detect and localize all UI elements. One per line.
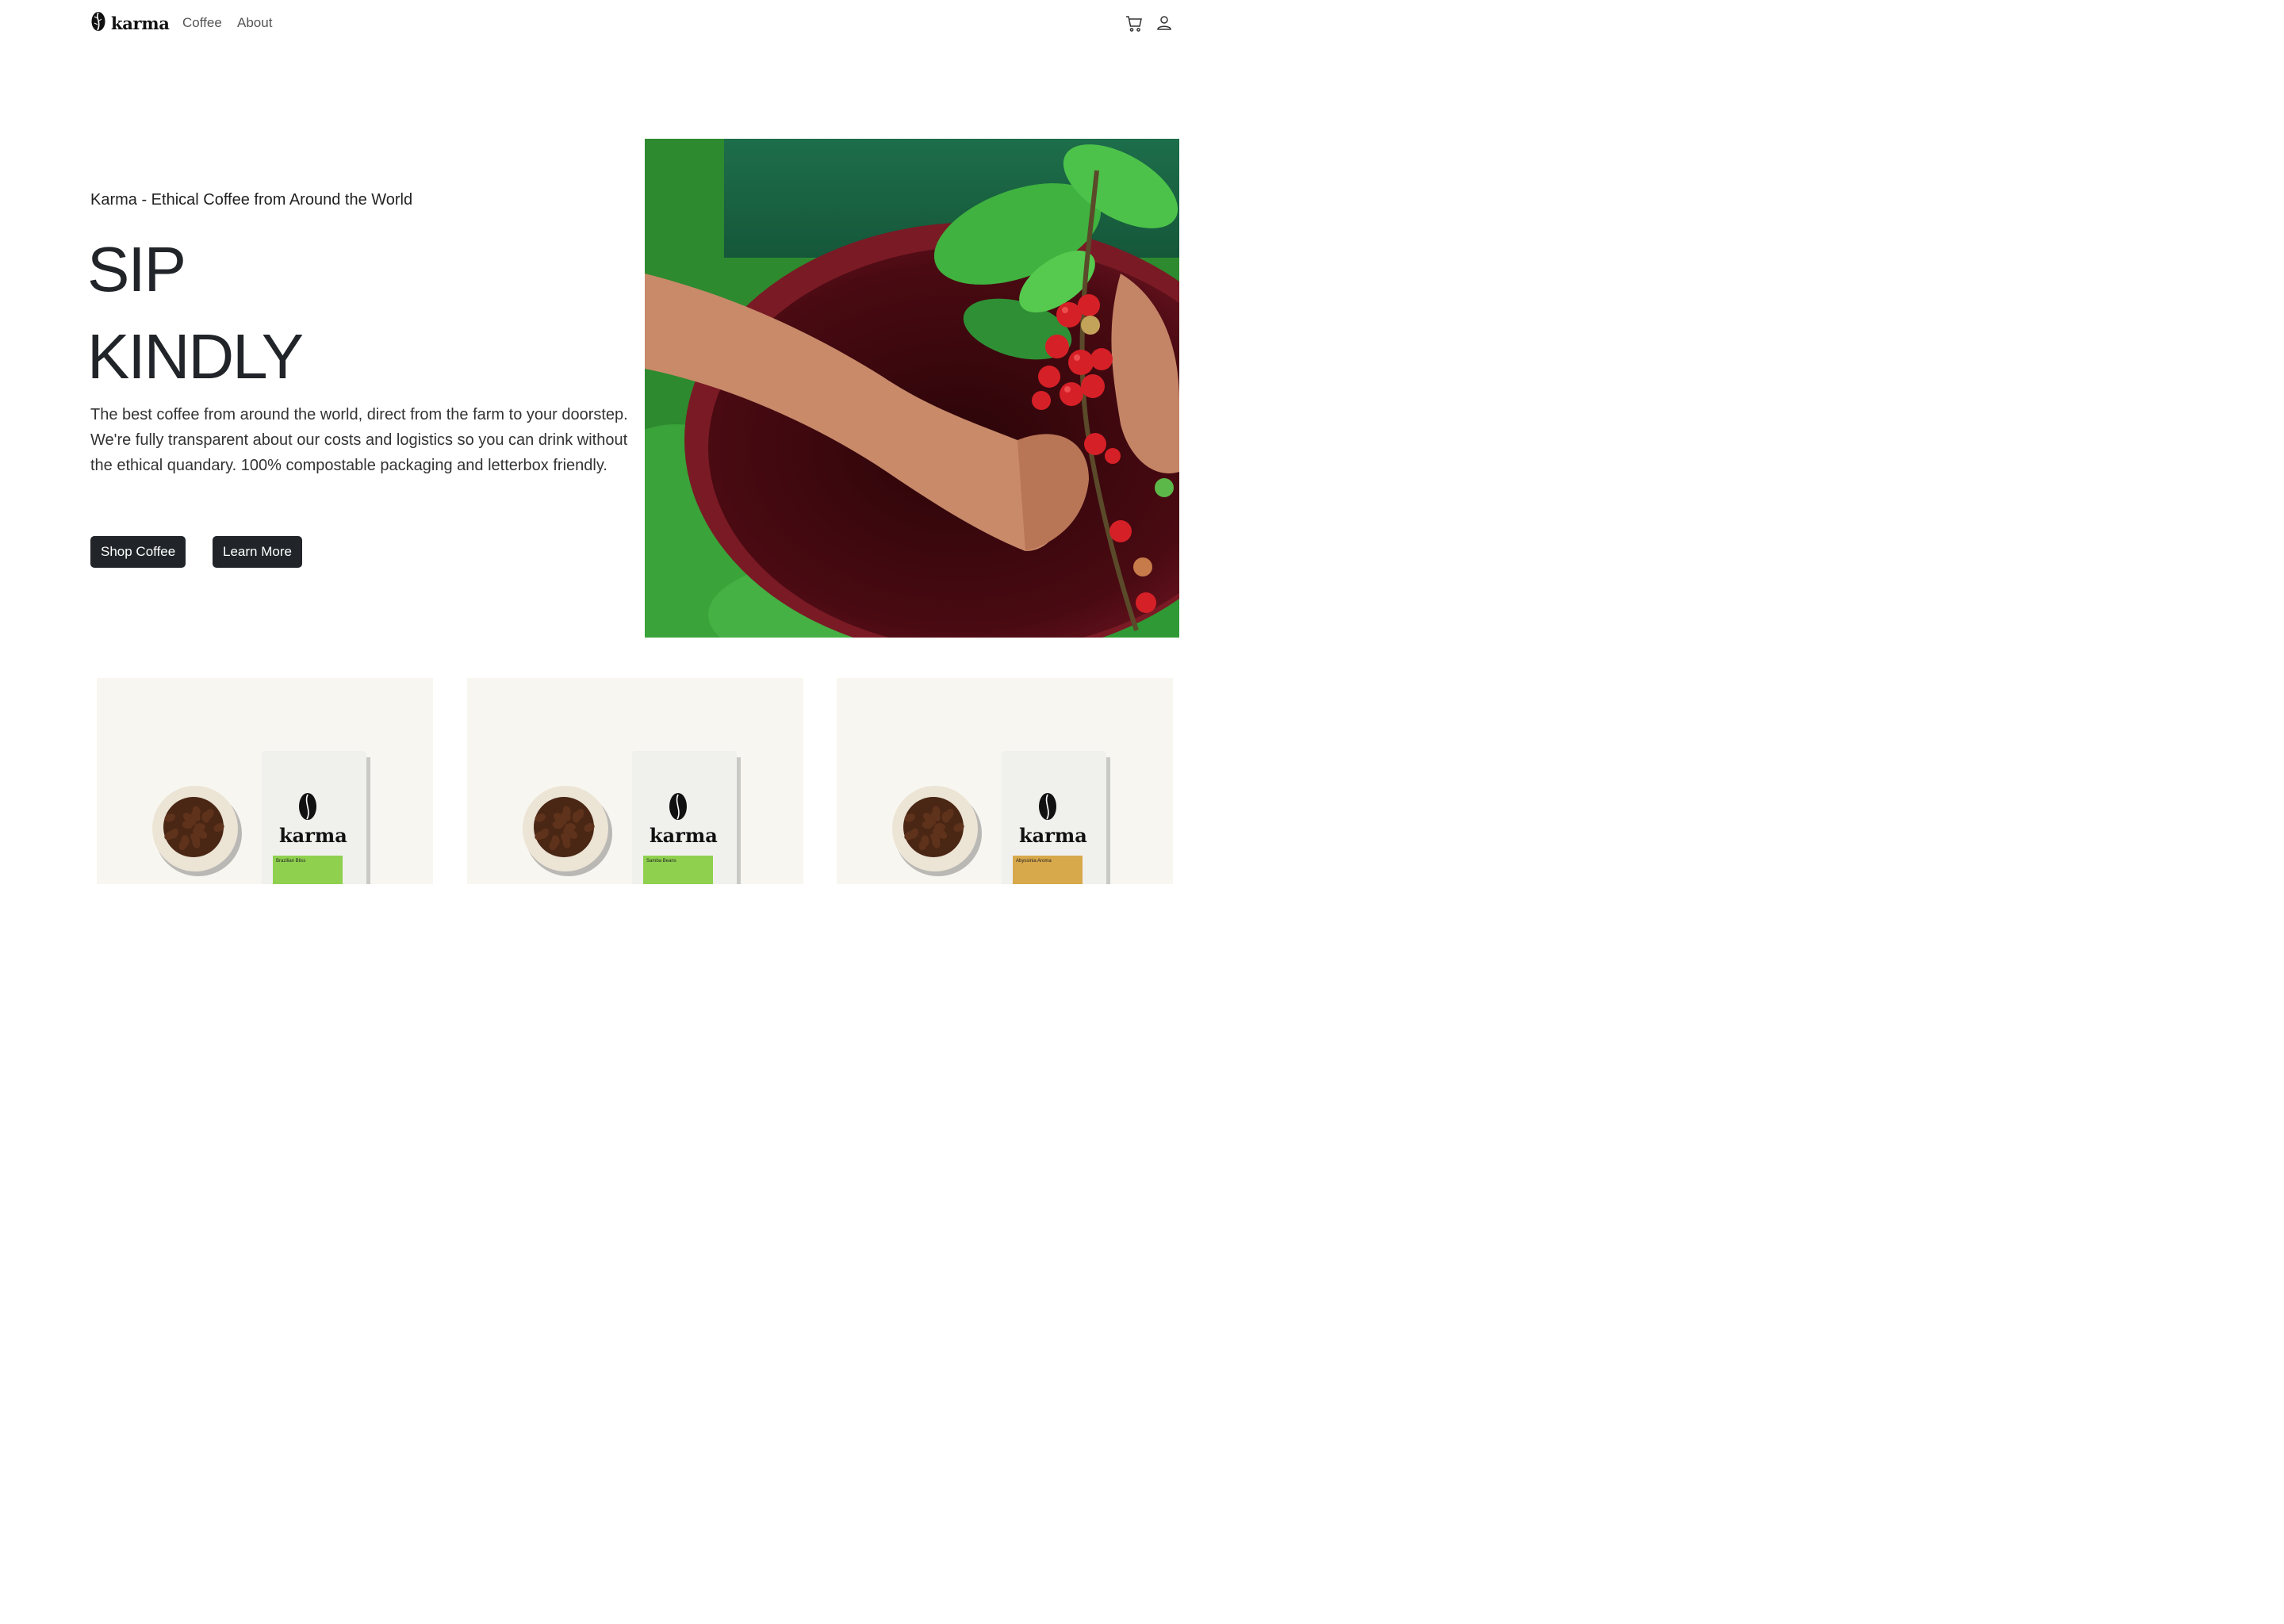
product-card[interactable]: karma Samba Beans [467,678,803,884]
bag-label-text: Samba Beans [646,859,676,864]
brand-name: karma [111,13,170,33]
product-image [892,751,1110,884]
product-card[interactable]: karma Brazilian Bliss [97,678,433,884]
cart-icon[interactable] [1125,15,1143,36]
hero-eyebrow: Karma - Ethical Coffee from Around the W… [90,191,413,209]
learn-more-button[interactable]: Learn More [213,536,302,568]
bag-label-text: Abyssinia Aroma [1016,859,1052,864]
hero-headline-line-1: SIP [87,234,186,304]
nav-link-about[interactable]: About [237,15,272,31]
product-image [152,751,370,884]
top-navbar: karma Coffee About [0,0,1231,49]
nav-link-coffee[interactable]: Coffee [182,15,222,31]
bag-brand-text: karma [1019,824,1087,847]
hero-coffee-harvest-image [645,139,1179,638]
product-image [523,751,741,884]
bag-brand-text: karma [279,824,347,847]
bag-label-text: Brazilian Bliss [276,859,306,864]
user-icon[interactable] [1157,15,1171,35]
product-card[interactable]: karma Abyssinia Aroma [837,678,1173,884]
hero-description: The best coffee from around the world, d… [90,406,628,474]
brand-logo-link[interactable]: karma [90,11,170,36]
hero-headline-line-2: KINDLY [87,321,304,392]
bag-brand-text: karma [650,824,718,847]
shop-coffee-button[interactable]: Shop Coffee [90,536,186,568]
coffee-leaf-icon [90,11,106,36]
